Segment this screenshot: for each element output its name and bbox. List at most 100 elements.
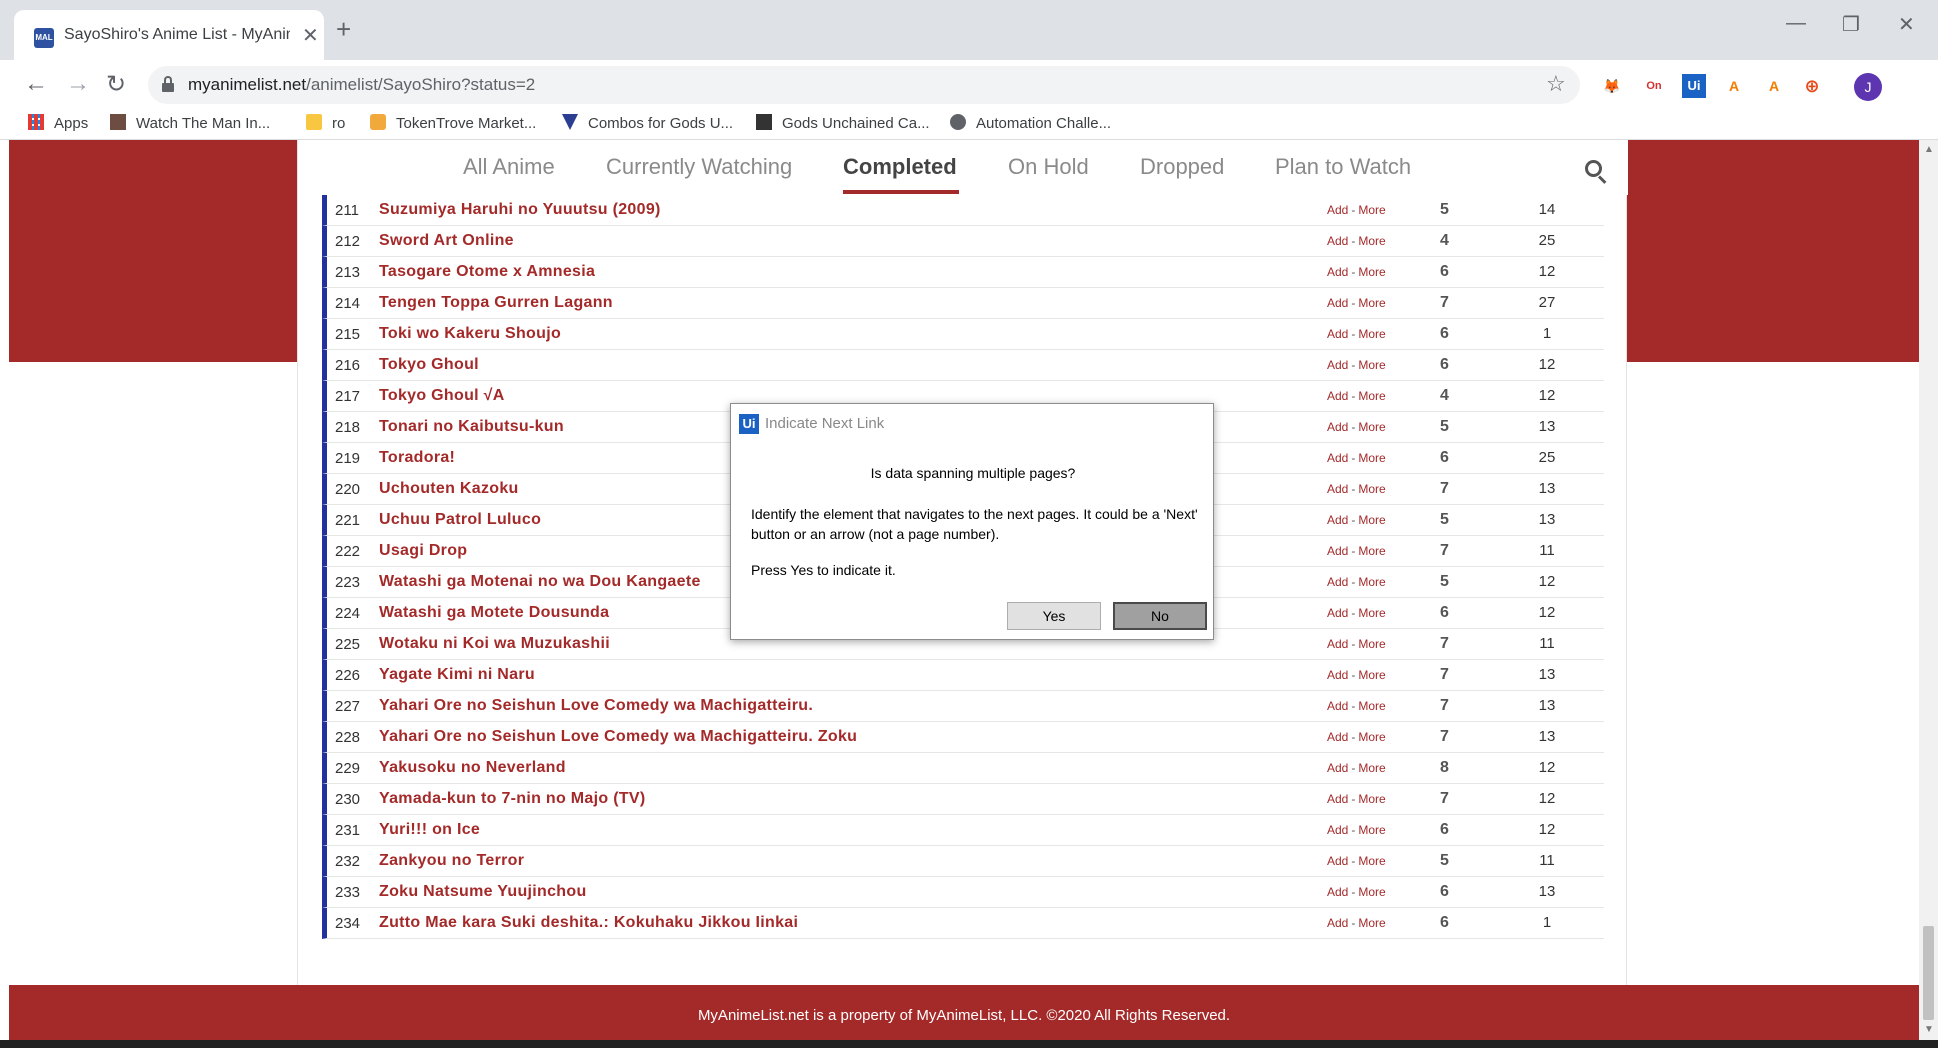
- anime-title-link[interactable]: Tokyo Ghoul: [379, 356, 479, 374]
- add-link[interactable]: Add: [1327, 544, 1348, 558]
- tab-plan-to-watch[interactable]: Plan to Watch: [1275, 154, 1411, 180]
- more-link[interactable]: More: [1358, 575, 1385, 589]
- add-link[interactable]: Add: [1327, 885, 1348, 899]
- more-link[interactable]: More: [1358, 327, 1385, 341]
- score[interactable]: 7: [1440, 635, 1449, 653]
- score[interactable]: 7: [1440, 666, 1449, 684]
- more-link[interactable]: More: [1358, 606, 1385, 620]
- anime-title-link[interactable]: Yamada-kun to 7-nin no Majo (TV): [379, 790, 646, 808]
- anime-title-link[interactable]: Watashi ga Motete Dousunda: [379, 604, 609, 622]
- add-link[interactable]: Add: [1327, 389, 1348, 403]
- more-link[interactable]: More: [1358, 854, 1385, 868]
- score[interactable]: 7: [1440, 790, 1449, 808]
- bookmark-watch[interactable]: Watch The Man In...: [110, 114, 270, 136]
- add-link[interactable]: Add: [1327, 823, 1348, 837]
- address-bar[interactable]: myanimelist.net/animelist/SayoShiro?stat…: [148, 66, 1580, 104]
- anime-title-link[interactable]: Yuri!!! on Ice: [379, 821, 480, 839]
- reload-icon[interactable]: ↻: [106, 70, 126, 99]
- scroll-up-icon[interactable]: ▲: [1924, 144, 1934, 155]
- score[interactable]: 6: [1440, 883, 1449, 901]
- add-link[interactable]: Add: [1327, 668, 1348, 682]
- anime-title-link[interactable]: Toki wo Kakeru Shoujo: [379, 325, 561, 343]
- score[interactable]: 5: [1440, 418, 1449, 436]
- score[interactable]: 8: [1440, 759, 1449, 777]
- bookmark-apps[interactable]: Apps: [28, 114, 88, 136]
- yes-button[interactable]: Yes: [1007, 602, 1101, 630]
- score[interactable]: 6: [1440, 263, 1449, 281]
- add-link[interactable]: Add: [1327, 575, 1348, 589]
- bookmark-tokentrove[interactable]: TokenTrove Market...: [370, 114, 536, 136]
- add-link[interactable]: Add: [1327, 606, 1348, 620]
- add-link[interactable]: Add: [1327, 482, 1348, 496]
- score[interactable]: 5: [1440, 852, 1449, 870]
- add-link[interactable]: Add: [1327, 234, 1348, 248]
- add-link[interactable]: Add: [1327, 327, 1348, 341]
- add-link[interactable]: Add: [1327, 916, 1348, 930]
- anime-title-link[interactable]: Tokyo Ghoul √A: [379, 387, 505, 405]
- acrobat-icon[interactable]: A: [1762, 74, 1786, 98]
- score[interactable]: 6: [1440, 325, 1449, 343]
- add-link[interactable]: Add: [1327, 792, 1348, 806]
- forward-icon[interactable]: →: [66, 70, 90, 98]
- more-link[interactable]: More: [1358, 637, 1385, 651]
- score[interactable]: 6: [1440, 356, 1449, 374]
- score[interactable]: 5: [1440, 511, 1449, 529]
- bookmark-combos[interactable]: Combos for Gods U...: [562, 114, 733, 136]
- more-link[interactable]: More: [1358, 668, 1385, 682]
- add-link[interactable]: Add: [1327, 420, 1348, 434]
- anime-title-link[interactable]: Uchuu Patrol Luluco: [379, 511, 541, 529]
- add-link[interactable]: Add: [1327, 761, 1348, 775]
- score[interactable]: 6: [1440, 821, 1449, 839]
- tab-all-anime[interactable]: All Anime: [463, 154, 555, 180]
- add-link[interactable]: Add: [1327, 730, 1348, 744]
- add-link[interactable]: Add: [1327, 265, 1348, 279]
- add-link[interactable]: Add: [1327, 513, 1348, 527]
- anime-title-link[interactable]: Zutto Mae kara Suki deshita.: Kokuhaku J…: [379, 914, 798, 932]
- tab-completed[interactable]: Completed: [843, 154, 957, 180]
- more-link[interactable]: More: [1358, 916, 1385, 930]
- more-link[interactable]: More: [1358, 761, 1385, 775]
- anime-title-link[interactable]: Usagi Drop: [379, 542, 467, 560]
- add-link[interactable]: Add: [1327, 637, 1348, 651]
- score[interactable]: 6: [1440, 914, 1449, 932]
- score[interactable]: 7: [1440, 697, 1449, 715]
- anime-title-link[interactable]: Suzumiya Haruhi no Yuuutsu (2009): [379, 201, 661, 219]
- metamask-icon[interactable]: 🦊: [1600, 74, 1624, 98]
- score[interactable]: 7: [1440, 542, 1449, 560]
- score[interactable]: 4: [1440, 387, 1449, 405]
- scroll-thumb[interactable]: [1923, 926, 1934, 1020]
- more-link[interactable]: More: [1358, 358, 1385, 372]
- anime-title-link[interactable]: Watashi ga Motenai no wa Dou Kangaete: [379, 573, 701, 591]
- back-icon[interactable]: ←: [24, 70, 48, 98]
- add-link[interactable]: Add: [1327, 854, 1348, 868]
- more-link[interactable]: More: [1358, 296, 1385, 310]
- score[interactable]: 6: [1440, 449, 1449, 467]
- score[interactable]: 5: [1440, 573, 1449, 591]
- bookmark-gods-unchained[interactable]: Gods Unchained Ca...: [756, 114, 930, 136]
- more-link[interactable]: More: [1358, 513, 1385, 527]
- score[interactable]: 7: [1440, 480, 1449, 498]
- add-link[interactable]: Add: [1327, 296, 1348, 310]
- more-link[interactable]: More: [1358, 730, 1385, 744]
- profile-avatar[interactable]: J: [1854, 73, 1882, 101]
- tab-currently-watching[interactable]: Currently Watching: [606, 154, 792, 180]
- more-link[interactable]: More: [1358, 699, 1385, 713]
- anime-title-link[interactable]: Zankyou no Terror: [379, 852, 524, 870]
- no-button[interactable]: No: [1113, 602, 1207, 630]
- anime-title-link[interactable]: Toradora!: [379, 449, 455, 467]
- scroll-down-icon[interactable]: ▼: [1924, 1024, 1934, 1035]
- new-tab-icon[interactable]: +: [336, 14, 351, 45]
- more-link[interactable]: More: [1358, 234, 1385, 248]
- score[interactable]: 7: [1440, 728, 1449, 746]
- add-link[interactable]: Add: [1327, 451, 1348, 465]
- restore-icon[interactable]: ❐: [1842, 12, 1860, 37]
- bookmark-star-icon[interactable]: ☆: [1546, 71, 1566, 97]
- more-link[interactable]: More: [1358, 420, 1385, 434]
- more-link[interactable]: More: [1358, 544, 1385, 558]
- anime-title-link[interactable]: Wotaku ni Koi wa Muzukashii: [379, 635, 610, 653]
- more-link[interactable]: More: [1358, 482, 1385, 496]
- more-link[interactable]: More: [1358, 265, 1385, 279]
- anime-title-link[interactable]: Yakusoku no Neverland: [379, 759, 566, 777]
- browser-tab[interactable]: MAL SayoShiro's Anime List - MyAnim ✕: [14, 10, 324, 60]
- page-scrollbar[interactable]: ▲ ▼: [1919, 140, 1938, 1040]
